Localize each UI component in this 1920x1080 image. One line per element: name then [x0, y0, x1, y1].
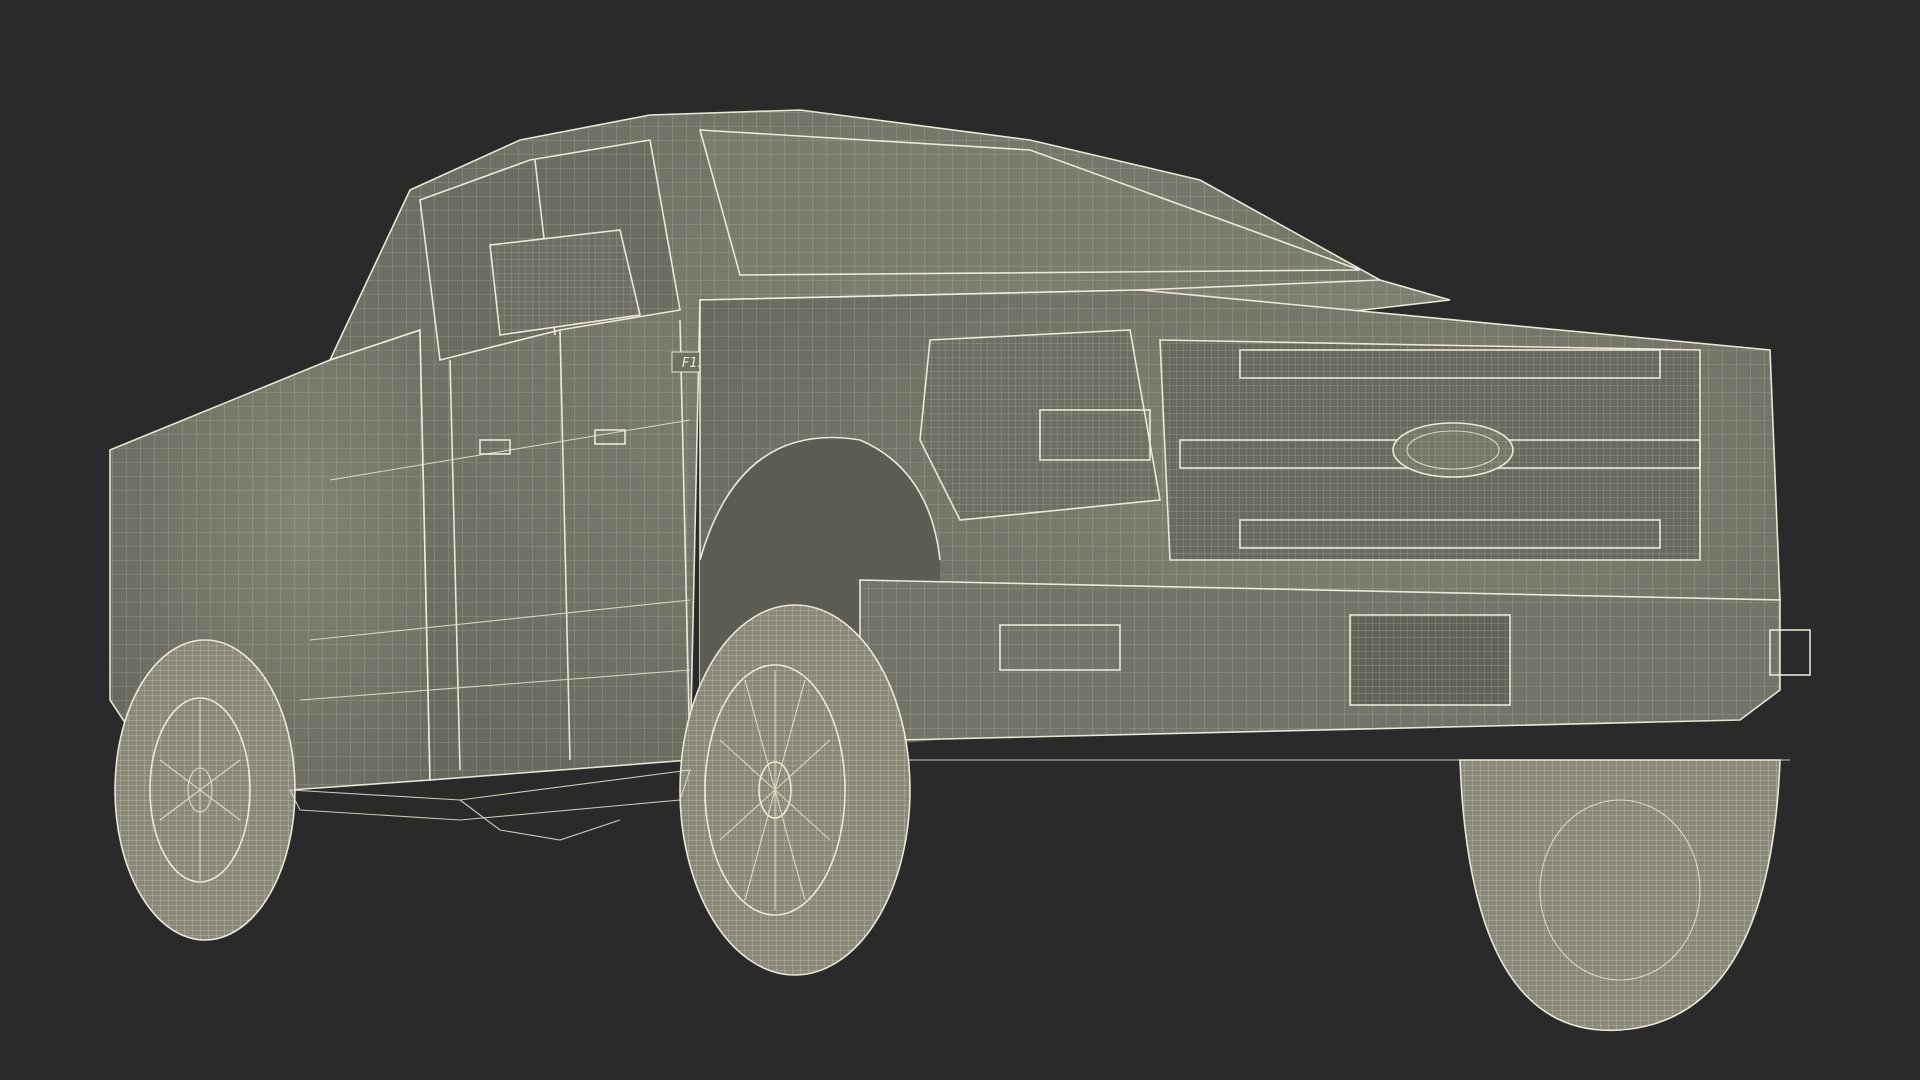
windshield: [698, 129, 1361, 276]
render-viewport: F150: [0, 0, 1920, 1080]
rear-wheel: [114, 639, 296, 941]
front-bumper: [859, 579, 1811, 761]
front-wheel: [679, 604, 911, 976]
truck-wireframe-render: F150: [109, 109, 1811, 1032]
headlight: [919, 329, 1161, 521]
far-front-wheel: [1459, 759, 1781, 1032]
emblem: [1392, 422, 1514, 478]
